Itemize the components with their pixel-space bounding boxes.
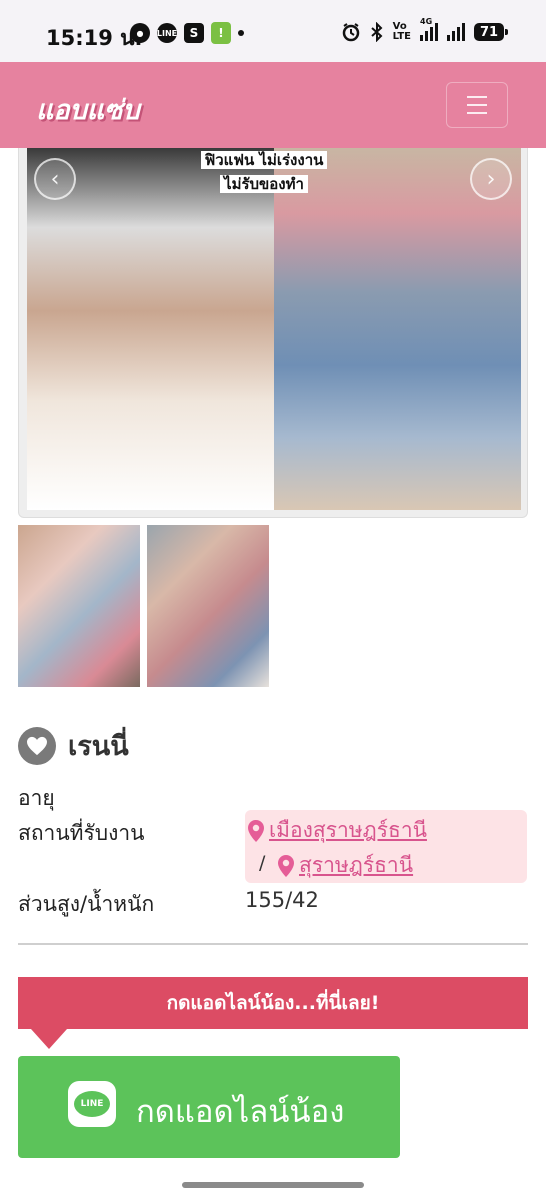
signal-strength-2-icon bbox=[447, 23, 465, 41]
location-province-link[interactable]: สุราษฎร์ธานี bbox=[277, 849, 413, 882]
notification-icons: ● LINE S ! bbox=[130, 22, 244, 44]
carousel-next-button[interactable]: › bbox=[470, 158, 512, 200]
battery-icon: 71 bbox=[474, 23, 508, 41]
chevron-right-icon: › bbox=[486, 166, 496, 192]
menu-button[interactable] bbox=[446, 82, 508, 128]
heart-icon bbox=[27, 736, 47, 755]
map-pin-icon bbox=[278, 854, 294, 877]
location-box: เมืองสุราษฎร์ธานี / สุราษฎร์ธานี bbox=[245, 810, 527, 883]
add-line-button-label: กดแอดไลน์น้อง bbox=[136, 1094, 345, 1130]
system-icons: Vo LTE 4G 71 bbox=[341, 17, 508, 42]
photo-thumbnail-2[interactable] bbox=[147, 525, 269, 687]
profile-name-row: เรนนี่ bbox=[18, 724, 129, 767]
height-weight-label: ส่วนสูง/น้ำหนัก bbox=[18, 892, 155, 916]
hamburger-icon-line bbox=[467, 112, 487, 114]
location-label: สถานที่รับงาน bbox=[18, 821, 145, 845]
line-app-icon: LINE bbox=[68, 1081, 116, 1127]
more-notifications-dot-icon bbox=[238, 30, 244, 36]
photo-thumbnail-1[interactable] bbox=[18, 525, 140, 687]
signal-strength-1-icon: 4G bbox=[420, 17, 438, 41]
photo-caption: ฟิวแฟน ไม่เร่งงาน ไม่รับของทำ bbox=[189, 148, 339, 196]
home-indicator[interactable] bbox=[182, 1182, 364, 1188]
height-weight-value: 155/42 bbox=[245, 888, 319, 912]
chevron-left-icon: ‹ bbox=[50, 166, 60, 192]
volte-indicator: Vo LTE bbox=[392, 21, 411, 42]
app-notification-icon: ! bbox=[211, 22, 231, 44]
cta-banner-pointer bbox=[31, 1029, 67, 1049]
age-label: อายุ bbox=[18, 786, 55, 810]
profile-photo-right bbox=[274, 148, 521, 510]
alarm-icon bbox=[342, 23, 359, 42]
line-notification-icon: LINE bbox=[157, 23, 177, 43]
network-generation: 4G bbox=[420, 17, 433, 26]
status-time: 15:19 น. bbox=[46, 26, 143, 50]
hamburger-icon-line bbox=[467, 104, 487, 106]
profile-photo-left bbox=[27, 148, 274, 510]
chat-bubble-icon: ● bbox=[130, 23, 150, 43]
status-bar: 15:19 น. ● LINE S ! Vo LTE 4G 71 bbox=[0, 0, 546, 62]
site-logo[interactable]: แอบแซ่บ bbox=[36, 88, 140, 131]
cta-banner: กดแอดไลน์น้อง...ที่นี่เลย! bbox=[18, 977, 528, 1029]
map-pin-icon bbox=[248, 819, 264, 842]
location-separator: / bbox=[259, 852, 266, 874]
add-line-button[interactable]: LINE กดแอดไลน์น้อง bbox=[18, 1056, 400, 1158]
carousel-prev-button[interactable]: ‹ bbox=[34, 158, 76, 200]
bluetooth-icon bbox=[370, 22, 383, 42]
location-district-link[interactable]: เมืองสุราษฎร์ธานี bbox=[247, 814, 427, 847]
favorite-button[interactable] bbox=[18, 726, 56, 765]
divider bbox=[18, 943, 528, 945]
profile-name: เรนนี่ bbox=[68, 731, 129, 762]
hamburger-icon-line bbox=[467, 96, 487, 98]
photo-carousel[interactable]: ฟิวแฟน ไม่เร่งงาน ไม่รับของทำ ‹ › bbox=[18, 148, 528, 518]
shop-bag-icon: S bbox=[184, 23, 204, 43]
site-header: แอบแซ่บ bbox=[0, 62, 546, 148]
